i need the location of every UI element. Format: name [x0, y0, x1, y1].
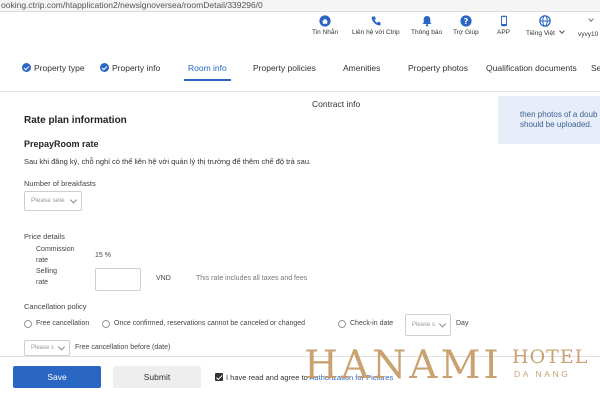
tab-amenities[interactable]: Amenities	[343, 63, 380, 73]
checkin-date-label: Check-in date	[350, 320, 394, 327]
username-label: vyvy10	[578, 31, 599, 38]
tab-label: Property policies	[253, 63, 316, 73]
chevron-down-icon	[588, 16, 594, 22]
save-button[interactable]: Save	[13, 366, 101, 388]
tab-label: Property info	[112, 63, 161, 73]
notifications-button[interactable]: Thông báo	[411, 15, 442, 36]
breakfast-label: Number of breakfasts	[24, 179, 96, 188]
address-bar[interactable]: ooking.ctrip.com/htapplication2/newsigno…	[0, 0, 600, 12]
hanami-hotel-watermark: HANAMI HOTEL DA NANG	[300, 343, 600, 393]
bell-icon	[421, 15, 433, 27]
rate-plan-title: Rate plan information	[24, 115, 127, 126]
page: ooking.ctrip.com/htapplication2/newsigno…	[0, 0, 600, 400]
check-circle-icon	[22, 63, 31, 72]
radio-free-cancellation[interactable]	[24, 320, 32, 328]
free-cancellation-label: Free cancellation	[36, 320, 90, 327]
contact-ctrip-button[interactable]: Liên hệ với Ctrip	[352, 15, 400, 36]
globe-icon	[539, 15, 551, 27]
cancellation-label: Cancellation policy	[24, 302, 87, 311]
tab-property-photos[interactable]: Property photos	[408, 63, 468, 73]
tab-label: Qualification documents	[486, 63, 577, 73]
no-cancel-label: Once confirmed, reservations cannot be c…	[114, 320, 306, 327]
tab-property-type[interactable]: Property type	[22, 63, 85, 73]
messages-label: Tin Nhắn	[312, 29, 339, 36]
tab-label: Property photos	[408, 63, 469, 73]
commission-value: 15 %	[95, 252, 111, 259]
tab-property-policies[interactable]: Property policies	[253, 63, 316, 73]
note-line: should be uploaded.	[520, 120, 593, 129]
agree-checkbox[interactable]	[215, 373, 223, 381]
help-icon: ?	[460, 15, 472, 27]
user-menu[interactable]: vyvy10	[578, 31, 598, 38]
selling-rate-input[interactable]	[95, 268, 141, 291]
phone-icon	[370, 15, 382, 27]
chevron-down-icon	[438, 320, 447, 328]
price-details-label: Price details	[24, 232, 65, 241]
chevron-down-icon	[69, 196, 78, 204]
contact-label: Liên hệ với Ctrip	[352, 29, 400, 36]
selling-label-line1: Selling	[36, 268, 58, 275]
rate-plan-description: Sau khi đăng ký, chỗ nghỉ có thể liên hệ…	[24, 157, 312, 166]
watermark-brand: HANAMI	[304, 343, 502, 388]
submit-button[interactable]: Submit	[113, 366, 201, 388]
agree-label: I have read and agree to	[226, 373, 308, 382]
checkin-days-select[interactable]: Please s	[405, 314, 451, 336]
note-line: then photos of a doub	[520, 110, 598, 119]
rate-plan-subtitle: PrepayRoom rate	[24, 139, 99, 149]
radio-checkin-date[interactable]	[338, 320, 346, 328]
tab-label: Amenities	[343, 63, 381, 73]
breakfast-placeholder: Please sele	[31, 197, 65, 204]
tab-property-info[interactable]: Property info	[100, 63, 160, 73]
top-utility-bar: Tin Nhắn Liên hệ với Ctrip Thông báo ? T…	[0, 12, 600, 44]
language-label: Tiếng Việt	[526, 30, 555, 37]
tab-label: Contract info	[312, 99, 361, 109]
tab-contract-info[interactable]: Contract info	[312, 99, 360, 109]
help-button[interactable]: ? Trợ Giúp	[453, 15, 479, 36]
radio-no-cancel[interactable]	[102, 320, 110, 328]
tab-label: Se	[591, 63, 600, 73]
breakfast-select[interactable]: Please sele	[24, 191, 82, 211]
tab-qualification-documents[interactable]: Qualification documents	[486, 63, 577, 73]
svg-text:?: ?	[464, 17, 469, 26]
photo-tip-note: then photos of a doub should be uploaded…	[498, 96, 600, 144]
free-cancel-date-placeholder: Please s	[31, 345, 55, 351]
notifications-label: Thông báo	[411, 29, 443, 36]
checkin-days-placeholder: Please s	[412, 322, 436, 328]
tab-settlement[interactable]: Se	[591, 63, 600, 73]
tab-room-info[interactable]: Room info	[184, 63, 231, 81]
home-icon	[319, 15, 331, 27]
tax-note: This rate includes all taxes and fees	[196, 275, 308, 282]
chevron-down-icon	[57, 343, 66, 351]
watermark-city: DA NANG	[514, 369, 571, 379]
commission-label-line1: Commission	[36, 246, 75, 253]
app-icon	[498, 15, 510, 27]
free-cancel-date-label: Free cancellation before (date)	[75, 344, 171, 351]
tab-label: Room info	[188, 63, 227, 73]
currency-label: VND	[156, 275, 171, 282]
day-label: Day	[456, 320, 469, 327]
free-cancel-date-select[interactable]: Please s	[24, 340, 70, 356]
selling-label-line2: rate	[36, 279, 49, 286]
messages-button[interactable]: Tin Nhắn	[312, 15, 338, 36]
tab-label: Property type	[34, 63, 85, 73]
watermark-hotel: HOTEL	[512, 346, 589, 368]
help-label: Trợ Giúp	[453, 29, 479, 36]
check-circle-icon	[100, 63, 109, 72]
language-selector[interactable]: Tiếng Việt	[526, 15, 565, 37]
app-button[interactable]: APP	[497, 15, 510, 36]
commission-label-line2: rate	[36, 257, 49, 264]
app-label: APP	[497, 29, 511, 36]
step-tabs: Property type Property info Room info Pr…	[0, 44, 600, 109]
chevron-down-icon	[558, 28, 565, 34]
